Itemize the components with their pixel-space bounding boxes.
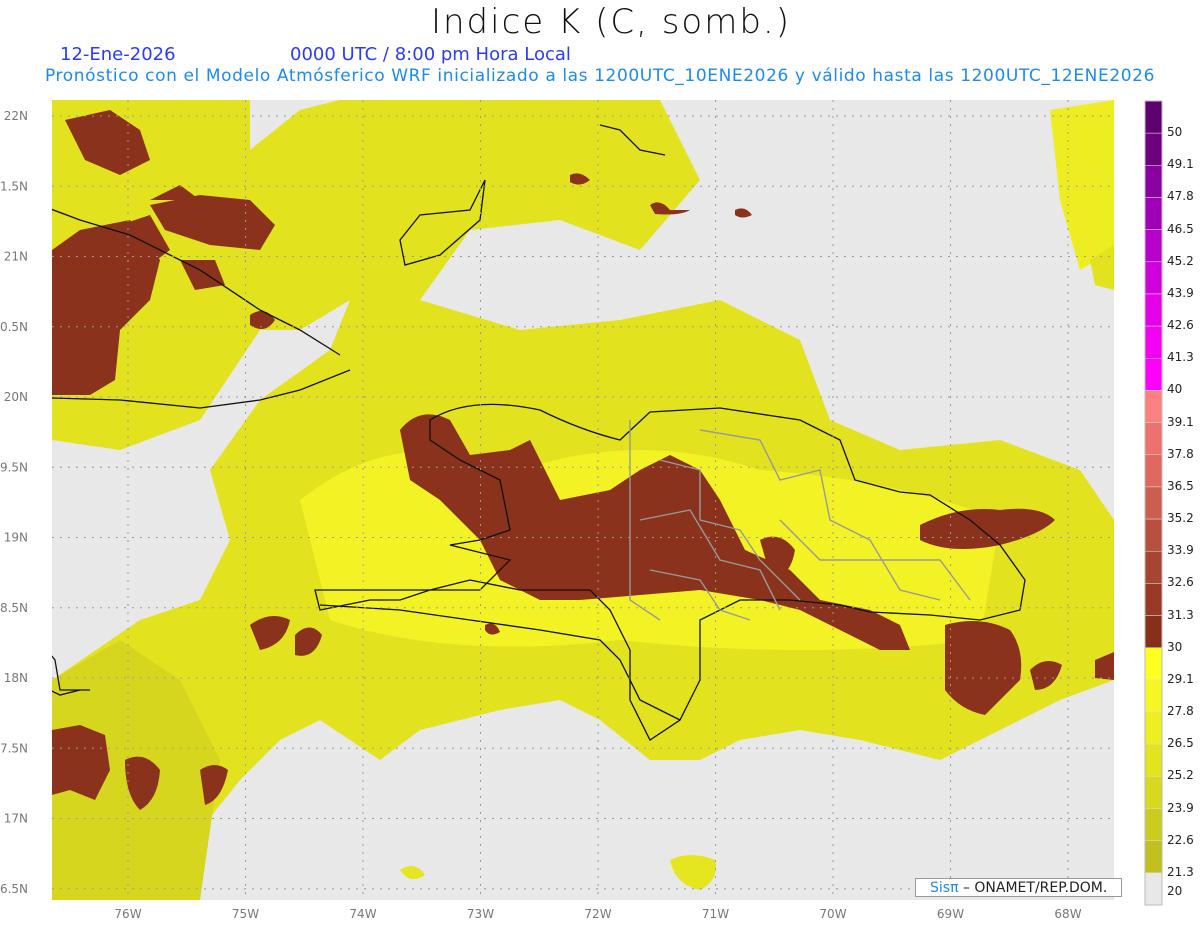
colorbar-swatch [1144,711,1163,745]
colorbar-swatch [1144,132,1163,166]
colorbar-swatch [1144,776,1163,809]
colorbar-swatch [1144,743,1163,777]
colorbar-swatch [1144,165,1163,198]
lat-label: 17N [4,812,28,826]
colorbar-label: 36.5 [1167,478,1194,493]
lat-label: 7.5N [0,741,28,755]
lon-label: 70W [819,907,846,921]
colorbar-label: 46.5 [1167,221,1194,236]
colorbar-label: 45.2 [1167,253,1194,268]
colorbar-label: 50 [1167,125,1183,140]
forecast-info: Pronóstico con el Modelo Atmósferico WRF… [45,66,1155,86]
lon-label: 74W [349,907,376,921]
colorbar [1144,100,1163,906]
colorbar-label: 47.8 [1167,189,1194,204]
colorbar-swatch [1144,358,1163,391]
colorbar-label: 33.9 [1167,543,1194,558]
colorbar-label: 41.3 [1167,350,1194,365]
lon-label: 76W [114,907,141,921]
forecast-time: 0000 UTC / 8:00 pm Hora Local [290,44,571,65]
colorbar-label: 39.1 [1167,414,1194,429]
k-index-map: 76W 75W 74W 73W 72W 71W 70W 69W 68W 22N 1.5N 21N 0.5… [0,100,1163,921]
lon-label: 69W [937,907,964,921]
lat-label: 9.5N [0,460,28,474]
lon-label: 68W [1054,907,1081,921]
colorbar-swatch [1144,229,1163,263]
colorbar-swatch [1144,261,1163,295]
colorbar-label: 29.1 [1167,671,1194,686]
colorbar-swatch [1144,422,1163,456]
lat-label: 0.5N [0,320,28,334]
lat-label: 1.5N [0,179,28,193]
colorbar-swatch [1144,390,1163,423]
lon-label: 75W [232,907,259,921]
colorbar-swatch [1144,583,1163,616]
colorbar-swatch [1144,550,1163,584]
credit-text: – ONAMET/REP.DOM. [962,880,1108,896]
colorbar-swatch [1144,325,1163,359]
credit-brand: Sisπ [930,880,959,896]
lat-label: 20N [4,390,28,404]
colorbar-swatch [1144,518,1163,552]
colorbar-swatch [1144,872,1163,906]
colorbar-label: 25.2 [1167,768,1194,783]
lon-label: 71W [702,907,729,921]
colorbar-label: 31.3 [1167,607,1194,622]
colorbar-swatch [1144,679,1163,713]
lat-label: 18N [4,671,28,685]
colorbar-swatch [1144,647,1163,681]
colorbar-label: 21.3 [1167,864,1194,879]
colorbar-label: 26.5 [1167,736,1194,751]
colorbar-label: 23.9 [1167,800,1194,815]
lat-label: 21N [4,250,28,264]
colorbar-label: 40 [1167,382,1183,397]
colorbar-swatch [1144,615,1163,648]
lat-label: 22N [4,109,28,123]
colorbar-label: 22.6 [1167,832,1194,847]
forecast-date: 12-Ene-2026 [60,44,176,65]
colorbar-swatch [1144,100,1163,134]
colorbar-label: 30 [1167,639,1183,654]
lon-label: 72W [584,907,611,921]
colorbar-swatch [1144,197,1163,230]
colorbar-swatch [1144,454,1163,488]
colorbar-label: 49.1 [1167,157,1194,172]
lat-label: 6.5N [0,882,28,896]
colorbar-label: 42.6 [1167,318,1194,333]
colorbar-label: 27.8 [1167,704,1194,719]
colorbar-label: 32.6 [1167,575,1194,590]
colorbar-label: 35.2 [1167,511,1194,526]
lat-label: 19N [4,531,28,545]
colorbar-swatch [1144,293,1163,327]
colorbar-swatch [1144,486,1163,520]
colorbar-label: 20 [1167,884,1183,899]
lon-label: 73W [467,907,494,921]
colorbar-label: 37.8 [1167,446,1194,461]
colorbar-swatch [1144,840,1163,874]
lat-label: 8.5N [0,601,28,615]
map-title: Indice K (C, somb.) [430,2,792,42]
colorbar-label: 43.9 [1167,285,1194,300]
credit-box: Sisπ – ONAMET/REP.DOM. [915,878,1122,897]
colorbar-swatch [1144,808,1163,841]
